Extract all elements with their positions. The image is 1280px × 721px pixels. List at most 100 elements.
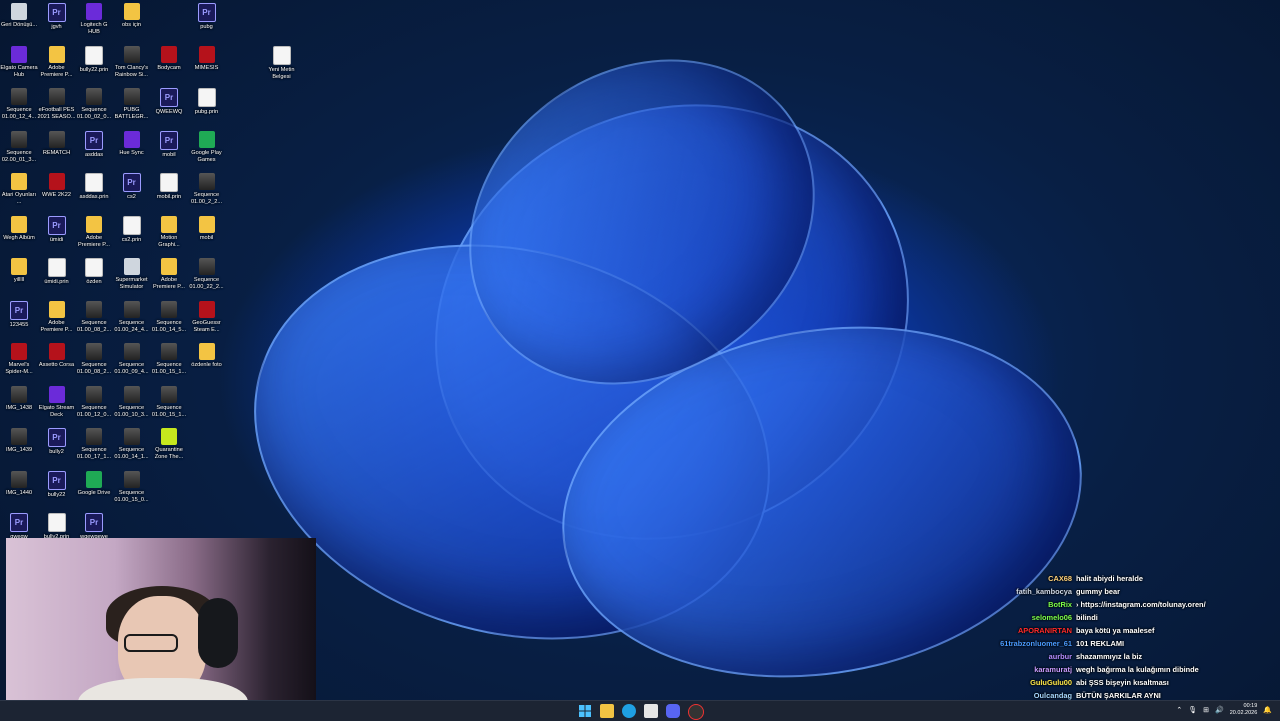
desktop-icon[interactable]: pubg.prin <box>188 85 226 116</box>
desktop-icon[interactable]: Pr jgvh <box>38 0 76 31</box>
desktop-icon[interactable]: Yeni Metin Belgesi <box>263 43 301 81</box>
desktop-icon[interactable]: Pr QWEEWQ <box>150 85 188 116</box>
desktop-icon[interactable]: Sequence 01.00_15_0... <box>113 468 151 504</box>
desktop-icon[interactable]: özden <box>75 255 113 286</box>
desktop-icon[interactable]: Pr ümidi <box>38 213 76 244</box>
desktop-icon[interactable]: Elgato Stream Deck <box>38 383 76 419</box>
network-icon[interactable]: ⊞ <box>1203 706 1209 714</box>
chat-username: 61trabzonluomer_61 <box>1000 639 1072 648</box>
thumb-icon <box>11 130 27 148</box>
desktop-icon[interactable]: Geri Dönüşü... <box>0 0 38 29</box>
desktop-icon-label: Sequence 01.00_09_4... <box>114 362 149 375</box>
desktop-icon[interactable]: Pr 123455 <box>0 298 38 329</box>
desktop-icon[interactable]: IMG_1438 <box>0 383 38 412</box>
desktop-icon[interactable]: Atari Oyunları ... <box>0 170 38 206</box>
desktop-icon[interactable]: Pr bully22 <box>38 468 76 499</box>
microphone-icon[interactable]: 🎙 <box>1188 706 1197 714</box>
desktop-icon[interactable]: Pr bully2 <box>38 425 76 456</box>
desktop-icon[interactable]: Pr mobil <box>150 128 188 159</box>
desktop-icon[interactable]: Sequence 01.00_22_2... <box>188 255 226 291</box>
desktop-icon[interactable]: Supermarket Simulator <box>113 255 151 291</box>
desktop-icon[interactable]: Adobe Premiere P... <box>38 43 76 79</box>
desktop-icon-label: QWEEWQ <box>155 109 183 115</box>
thumb-icon <box>11 385 27 403</box>
chat-username: BotRix <box>1048 600 1072 609</box>
desktop-icon[interactable]: Sequence 01.00_08_2... <box>75 340 113 376</box>
desktop-icon[interactable]: MIMESIS <box>188 43 226 72</box>
desktop-icon[interactable]: Marvel's Spider-M... <box>0 340 38 376</box>
desktop-icon-label: bully22.prin <box>79 66 109 73</box>
desktop-icon[interactable]: Hue Sync <box>113 128 151 157</box>
desktop-icon[interactable]: Pr wqewqewe <box>75 510 113 541</box>
desktop-icon[interactable]: Adobe Premiere P... <box>38 298 76 334</box>
desktop-icon[interactable]: Sequence 02.00_01_3... <box>0 128 38 164</box>
desktop-icon[interactable]: Sequence 01.00_08_2... <box>75 298 113 334</box>
desktop-icon-label: ümidi <box>49 236 64 243</box>
desktop-icon[interactable]: Sequence 01.00_15_1... <box>150 340 188 376</box>
desktop-icon[interactable]: bully2.prin <box>38 510 76 541</box>
desktop-icon[interactable]: bully22.prin <box>75 43 113 74</box>
start-button[interactable] <box>578 704 592 718</box>
system-clock[interactable]: 00:19 20.02.2026 <box>1230 703 1258 717</box>
desktop-icon[interactable]: ümidi.prin <box>38 255 76 286</box>
obs-taskbar-button[interactable] <box>688 704 704 720</box>
thumb-icon <box>11 470 27 488</box>
desktop-icon[interactable]: Google Drive <box>75 468 113 497</box>
desktop-icon[interactable]: Sequence 01.00_14_5... <box>150 298 188 334</box>
desktop-icon[interactable]: Wegh Albüm <box>0 213 38 242</box>
desktop-icon[interactable]: WWE 2K22 <box>38 170 76 199</box>
desktop-icon[interactable]: mobil.prin <box>150 170 188 201</box>
desktop-icon[interactable]: Elgato Camera Hub <box>0 43 38 79</box>
notification-bell-icon[interactable]: 🔔 <box>1263 706 1272 714</box>
desktop-icon-label: Sequence 01.00_02_0... <box>76 107 112 120</box>
desktop-icon-label: WWE 2K22 <box>42 192 71 198</box>
desktop-icon-label: Elgato Stream Deck <box>38 404 75 418</box>
desktop-icon[interactable]: Pr cs2 <box>113 170 151 201</box>
desktop-icon[interactable]: Motion Graphi... <box>150 213 188 249</box>
thumb-icon <box>161 385 177 403</box>
desktop-icon[interactable]: Sequence 01.00_15_1... <box>150 383 188 419</box>
desktop-icon[interactable]: mobil <box>188 213 226 242</box>
thumb-icon <box>198 258 215 275</box>
desktop-icon[interactable]: Sequence 01.00_12_0... <box>75 383 113 419</box>
file-explorer-taskbar-button[interactable] <box>600 704 614 718</box>
desktop-icon[interactable]: eFootball PES 2021 SEASO... <box>38 85 76 121</box>
edge-taskbar-button[interactable] <box>622 704 636 718</box>
desktop-icon[interactable]: Sequence 01.00_12_4... <box>0 85 38 121</box>
system-tray: ⌃ 🎙 ⊞ 🔊 00:19 20.02.2026 🔔 <box>1176 703 1272 717</box>
desktop-icon[interactable]: Pr qweqw <box>0 510 38 541</box>
desktop-icon[interactable]: Pr asddas <box>75 128 113 159</box>
desktop-icon[interactable]: cs2.prin <box>113 213 151 244</box>
desktop-icon-label: Geri Dönüşü... <box>0 22 38 28</box>
desktop-icon[interactable]: Sequence 01.00_10_3... <box>113 383 151 419</box>
desktop-icon[interactable]: Pr pubg <box>188 0 226 31</box>
desktop-icon[interactable]: IMG_1439 <box>0 425 38 454</box>
desktop-icon[interactable]: GeoGuessr Steam E... <box>188 298 226 334</box>
desktop-icon[interactable]: Sequence 01.00_2_2... <box>188 170 226 206</box>
desktop-icon[interactable]: asddas.prin <box>75 170 113 201</box>
desktop-icon[interactable]: Google Play Games <box>188 128 226 164</box>
desktop-icon[interactable]: Assetto Corsa <box>38 340 76 369</box>
chevron-up-icon[interactable]: ⌃ <box>1176 706 1182 714</box>
desktop-icon[interactable]: Sequence 01.00_24_4... <box>113 298 151 334</box>
chat-username: GuluGulu00 <box>1030 678 1072 687</box>
discord-taskbar-button[interactable] <box>666 704 680 718</box>
desktop-icon[interactable]: PUBG BATTLEGR... <box>113 85 151 121</box>
desktop-icon[interactable]: REMATCH <box>38 128 76 157</box>
desktop-icon[interactable]: özdenle foto <box>188 340 226 369</box>
desktop-icon[interactable]: IMG_1440 <box>0 468 38 497</box>
desktop-icon[interactable]: yilllll <box>0 255 38 284</box>
desktop-icon[interactable]: Adobe Premiere P... <box>150 255 188 291</box>
desktop-icon[interactable]: Logitech G HUB <box>75 0 113 36</box>
desktop-icon[interactable]: Bodycam <box>150 43 188 72</box>
desktop-icon[interactable]: Sequence 01.00_14_1... <box>113 425 151 461</box>
desktop-icon[interactable]: Sequence 01.00_17_1... <box>75 425 113 461</box>
desktop-icon[interactable]: Tom Clancy's Rainbow Si... <box>113 43 151 79</box>
desktop-icon[interactable]: Adobe Premiere P... <box>75 213 113 249</box>
desktop-icon[interactable]: Sequence 01.00_02_0... <box>75 85 113 121</box>
volume-icon[interactable]: 🔊 <box>1215 706 1224 714</box>
desktop-icon[interactable]: obs için <box>113 0 151 29</box>
desktop-icon[interactable]: Sequence 01.00_09_4... <box>113 340 151 376</box>
store-taskbar-button[interactable] <box>644 704 658 718</box>
desktop-icon[interactable]: Quarantine Zone The... <box>150 425 188 461</box>
